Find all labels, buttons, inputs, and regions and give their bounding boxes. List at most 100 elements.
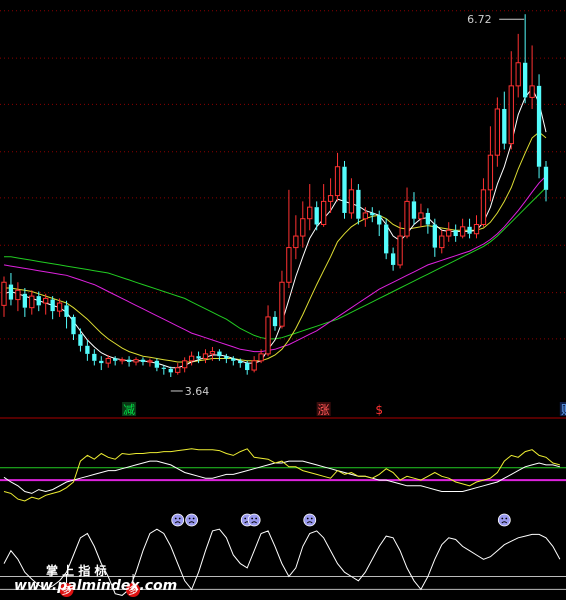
candle-body (43, 297, 49, 304)
sad-face-icon (247, 513, 261, 527)
signal-mark: 减 (122, 402, 137, 417)
min-price-label: 3.64 (185, 385, 210, 398)
candle-body (22, 293, 28, 308)
candle-body (334, 166, 341, 197)
face-eye (174, 517, 177, 520)
candle-body (147, 360, 153, 363)
face-circle (171, 513, 185, 527)
face-eye (251, 517, 254, 520)
sad-face-icon (303, 513, 317, 527)
candle-body (105, 357, 111, 364)
watermark-title: 掌 上 指 标 (46, 563, 107, 578)
candle-up (459, 218, 466, 239)
candle-body (508, 85, 514, 145)
candle-down (8, 273, 14, 306)
face-circle (303, 513, 317, 527)
candle-body (293, 235, 299, 249)
candle-up (202, 349, 209, 364)
signal-mark: 涨 (316, 402, 331, 417)
candle-up (480, 178, 487, 227)
candle-body (113, 358, 118, 361)
candle-body (71, 316, 76, 335)
candle-up (119, 357, 125, 365)
candle-down (126, 356, 132, 367)
candle-body (411, 201, 417, 219)
candle-body (453, 230, 458, 237)
candle-body (168, 368, 173, 373)
candle-up (265, 305, 271, 357)
face-eye (192, 517, 195, 520)
candle-body (480, 189, 487, 225)
candle-down (356, 184, 361, 225)
candle-down (99, 356, 104, 371)
candle-body (272, 316, 278, 327)
candle-body (251, 360, 257, 371)
candle-up (348, 178, 355, 219)
candle-up (529, 45, 535, 109)
candle-body (29, 295, 35, 309)
face-eye (501, 517, 504, 520)
max-price-label: 6.72 (467, 13, 492, 26)
candle-down (85, 340, 90, 361)
candle-down (425, 208, 431, 234)
candle-body (515, 62, 521, 87)
candle-up (300, 201, 306, 248)
sad-face-icon (171, 513, 185, 527)
candle-up (508, 51, 514, 150)
candle-body (384, 224, 389, 254)
face-eye (310, 517, 313, 520)
candle-up (251, 356, 257, 373)
candle-body (99, 360, 104, 364)
signal-mark-text: $ (375, 403, 383, 417)
candle-body (425, 212, 431, 225)
candle-down (390, 247, 396, 271)
candle-up (515, 33, 521, 98)
candle-up (473, 215, 480, 239)
candle-body (188, 355, 195, 362)
candle-down (314, 201, 319, 231)
candle-body (92, 353, 97, 361)
candle-body (397, 235, 403, 266)
candle-up (175, 363, 181, 375)
candle-up (307, 184, 313, 231)
candle-up (487, 126, 494, 202)
candle-down (536, 74, 542, 179)
candle-body (286, 247, 292, 283)
candle-down (502, 91, 507, 150)
candle-body (231, 358, 236, 361)
candle-down (71, 314, 76, 341)
candle-up (29, 290, 35, 315)
candle-down (272, 311, 278, 331)
candle-body (404, 200, 410, 237)
candle-body (119, 359, 125, 362)
candle-body (356, 189, 361, 219)
candle-body (154, 360, 160, 368)
candle-down (432, 218, 437, 257)
candle-down (22, 288, 28, 317)
candle-body (390, 253, 396, 265)
candle-body (217, 351, 222, 357)
face-circle (185, 513, 199, 527)
candle-body (238, 360, 243, 364)
candle-body (418, 212, 424, 220)
candle-down (140, 357, 146, 366)
face-eye (306, 517, 309, 520)
face-eye (244, 517, 247, 520)
watermark-url: www.palmindex.com (14, 578, 177, 594)
candle-down (92, 349, 97, 366)
candle-body (459, 226, 466, 237)
candle-up (133, 357, 139, 366)
signal-mark-text: 财 (561, 403, 566, 417)
candle-body (8, 284, 14, 300)
candle-body (446, 229, 452, 237)
candle-up (182, 357, 188, 373)
candle-body (543, 166, 549, 190)
price-extreme-labels: 6.72 3.64 (170, 13, 525, 398)
candle-body (56, 302, 63, 312)
candle-body (487, 154, 494, 191)
candle-body (258, 353, 264, 362)
candle-body (522, 62, 528, 98)
signal-mark: 财 (559, 402, 566, 417)
candle-body (209, 351, 216, 355)
candle-body (536, 85, 542, 167)
